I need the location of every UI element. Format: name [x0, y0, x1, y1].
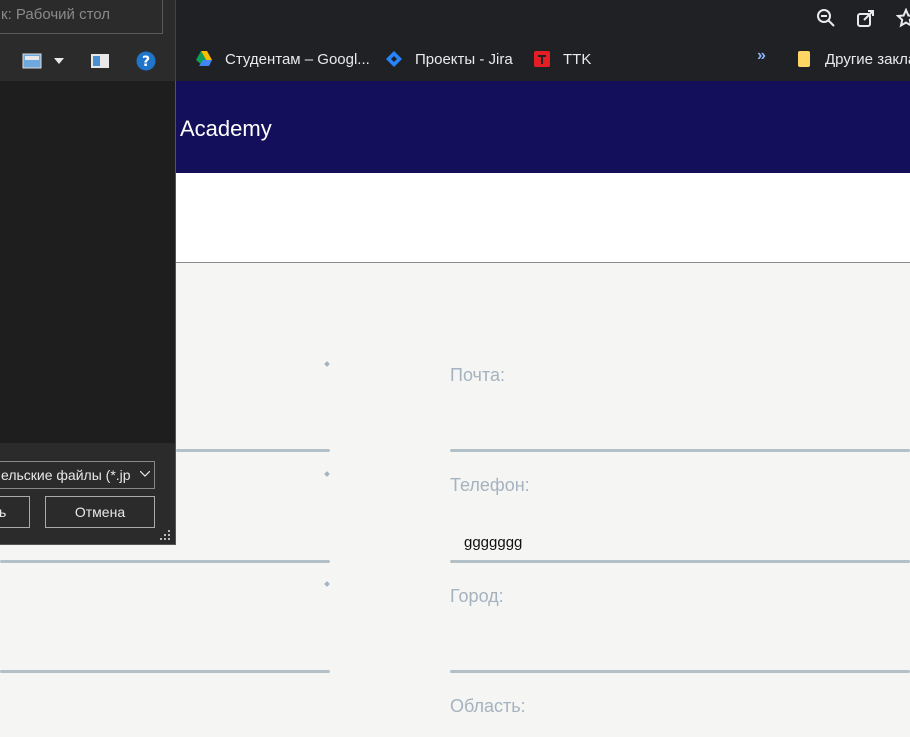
city-label: Город:	[450, 586, 504, 606]
view-icon[interactable]	[22, 53, 42, 69]
bookmark-label: TTK	[563, 50, 592, 68]
email-field[interactable]	[450, 449, 910, 452]
phone-field[interactable]	[450, 560, 910, 563]
phone-field-value[interactable]: ggggggg	[464, 534, 522, 551]
bookmark-ttk[interactable]: TTK	[533, 48, 591, 70]
file-dialog-footer	[0, 443, 176, 545]
jira-icon	[386, 51, 402, 67]
google-drive-icon	[196, 51, 212, 66]
file-type-value: ельские файлы (*.jp	[1, 467, 131, 483]
city-field[interactable]	[450, 670, 910, 673]
email-label: Почта:	[450, 365, 505, 385]
bookmark-students[interactable]: Студентам – Googl...	[195, 48, 370, 70]
chevron-down-icon[interactable]	[54, 58, 64, 64]
required-marker	[324, 581, 330, 587]
preview-pane-icon[interactable]	[90, 53, 110, 69]
left-field-2[interactable]	[0, 560, 330, 563]
phone-label: Телефон:	[450, 475, 530, 495]
left-field-1[interactable]	[176, 449, 330, 452]
open-button[interactable]: ь	[0, 496, 30, 528]
bookmark-other[interactable]: Другие закла	[795, 48, 910, 70]
resize-grip-icon[interactable]	[159, 529, 171, 541]
zoom-icon[interactable]	[816, 8, 836, 28]
bookmark-label: Другие закла	[825, 50, 910, 68]
bookmark-label: Студентам – Googl...	[225, 50, 370, 68]
file-dialog-body	[0, 81, 176, 443]
bookmarks-more-button[interactable]: »	[757, 47, 766, 65]
cancel-button[interactable]: Отмена	[45, 496, 155, 528]
star-icon[interactable]	[896, 8, 910, 28]
left-field-3[interactable]	[0, 670, 330, 673]
dialog-search-input[interactable]: к: Рабочий стол	[0, 0, 163, 34]
required-marker	[324, 361, 330, 367]
folder-icon	[798, 51, 810, 67]
brand-title: Academy	[180, 116, 272, 141]
region-label: Область:	[450, 696, 526, 716]
file-dialog-toolbar: ?	[0, 44, 176, 81]
svg-text:?: ?	[142, 54, 150, 70]
bookmark-jira[interactable]: Проекты - Jira	[385, 48, 513, 70]
chevron-down-icon	[140, 471, 150, 477]
bookmark-label: Проекты - Jira	[415, 50, 513, 68]
file-type-select[interactable]: ельские файлы (*.jp	[0, 461, 155, 489]
share-icon[interactable]	[856, 8, 876, 28]
help-icon[interactable]: ?	[136, 51, 156, 71]
ttk-icon	[534, 51, 550, 67]
required-marker	[324, 471, 330, 477]
